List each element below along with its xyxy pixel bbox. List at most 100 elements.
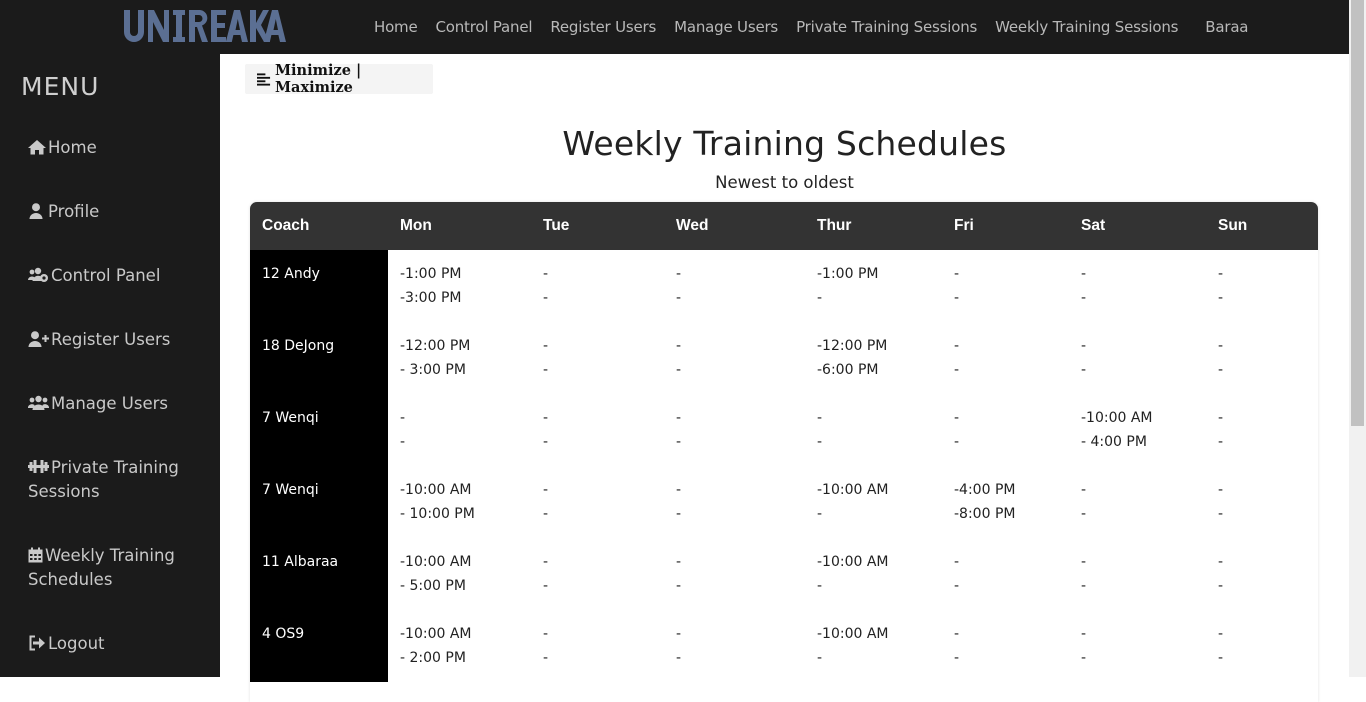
start-time: -10:00 AM [1081,410,1153,426]
sidebar-item-weekly-training[interactable]: Weekly Training Schedules [28,544,208,592]
end-time: - [1081,290,1087,306]
coach-cell: 12 Andy [250,250,388,322]
day-cell: -- [531,610,664,682]
start-time: -1:00 PM [817,266,879,282]
sidebar-item-private-training[interactable]: Private Training Sessions [28,456,208,504]
coach-cell: 7 Wenqi [250,466,388,538]
coach-cell: 7 Wenqi [250,394,388,466]
sidebar-item-logout[interactable]: Logout [28,632,208,656]
column-header-tue: Tue [543,217,570,234]
day-cell: -10:00 AM - [805,466,942,538]
start-time: - [817,410,823,426]
start-time: - [1081,626,1087,642]
day-cell: -10:00 AM - [805,610,942,682]
day-cell: -12:00 PM - 3:00 PM [388,322,531,394]
topnav-manage-users-link[interactable]: Manage Users [674,18,778,36]
end-time: - 10:00 PM [400,506,475,522]
day-cell: -1:00 PM - [805,250,942,322]
sidebar-item-label: Profile [48,202,100,221]
table-row: 7 Wenqi - - - - - - - - - - -10:00 AM - 4:00 PM - - [250,394,1318,466]
start-time: -12:00 PM [400,338,471,354]
sidebar-item-profile[interactable]: Profile [28,200,208,224]
end-time: -8:00 PM [954,506,1016,522]
start-time: -4:00 PM [954,482,1016,498]
start-time: - [676,410,682,426]
end-time: - [543,290,549,306]
start-time: -10:00 AM [817,482,889,498]
top-nav: Home Control Panel Register Users Manage… [374,0,1266,54]
start-time: -12:00 PM [817,338,888,354]
day-cell: -1:00 PM -3:00 PM [388,250,531,322]
brand-logo[interactable] [122,6,302,46]
end-time: - [817,434,823,450]
start-time: - [1081,554,1087,570]
toggle-label: Minimize | Maximize [275,62,362,96]
end-time: - [400,434,406,450]
end-time: - [543,362,549,378]
table-row: 7 Wenqi -10:00 AM - 10:00 PM - - - - -10:00 AM -… [250,466,1318,538]
day-cell: -10:00 AM - 10:00 PM [388,466,531,538]
end-time: - [676,578,682,594]
day-cell: -10:00 AM - 2:00 PM [388,610,531,682]
end-time: - [1081,362,1087,378]
scrollbar-thumb[interactable] [1351,0,1364,426]
sign-out-icon [29,635,45,651]
day-cell: -- [664,250,805,322]
coach-cell: 18 DeJong [250,322,388,394]
day-cell: -- [942,322,1069,394]
end-time: - [954,362,960,378]
end-time: - [1081,578,1087,594]
day-cell: -- [1069,322,1206,394]
top-navbar: Home Control Panel Register Users Manage… [0,0,1349,54]
page-title: Weekly Training Schedules [562,124,1007,163]
topnav-home-link[interactable]: Home [374,18,418,36]
start-time: -10:00 AM [400,554,472,570]
sidebar-item-manage-users[interactable]: Manage Users [28,392,208,416]
day-cell: -- [388,394,531,466]
table-row: 4 OS9 -10:00 AM - 2:00 PM - - - - -10:00 AM - - - -… [250,610,1318,682]
coach-cell: 4 OS9 [250,610,388,682]
day-cell: -- [1069,610,1206,682]
start-time: - [1081,338,1087,354]
sidebar-item-control-panel[interactable]: Control Panel [28,264,208,288]
minimize-maximize-button[interactable]: Minimize | Maximize [245,62,433,96]
day-cell: -- [664,322,805,394]
day-cell: -- [1206,610,1318,682]
topnav-register-users-link[interactable]: Register Users [550,18,656,36]
end-time: - [954,578,960,594]
sidebar-item-home[interactable]: Home [28,136,208,160]
start-time: - [1081,482,1087,498]
day-cell: -- [1069,250,1206,322]
end-time: - [1218,362,1224,378]
day-cell: -- [531,466,664,538]
end-time: - [676,506,682,522]
topnav-weekly-training-link[interactable]: Weekly Training Sessions [995,18,1178,36]
start-time: - [676,338,682,354]
users-icon [28,395,49,410]
topnav-control-panel-link[interactable]: Control Panel [436,18,533,36]
end-time: - [543,578,549,594]
page-scrollbar[interactable] [1349,0,1366,677]
day-cell: -- [531,250,664,322]
day-cell: -- [942,538,1069,610]
sidebar-item-label: Private Training Sessions [28,458,179,501]
user-plus-icon [28,331,49,347]
sidebar-title: MENU [21,72,100,101]
start-time: - [1218,266,1224,282]
users-cog-icon [28,267,48,282]
topnav-private-training-link[interactable]: Private Training Sessions [796,18,977,36]
table-row: 11 Albaraa -10:00 AM - 5:00 PM - - - - -10:00 A… [250,538,1318,610]
column-header-wed: Wed [676,217,709,234]
end-time: - 2:00 PM [400,650,466,666]
start-time: - [676,266,682,282]
home-icon [28,140,46,155]
column-header-sun: Sun [1218,217,1248,234]
day-cell: -- [664,394,805,466]
sidebar-item-register-users[interactable]: Register Users [28,328,208,352]
sidebar-item-label: Weekly Training Schedules [28,546,175,589]
schedule-table: Coach Mon Tue Wed Thur Fri Sat Sun 12 An… [250,202,1318,682]
topnav-user-link[interactable]: Baraa [1205,18,1248,36]
start-time: - [543,266,549,282]
end-time: - [954,290,960,306]
table-header-row: Coach Mon Tue Wed Thur Fri Sat Sun [250,202,1318,250]
